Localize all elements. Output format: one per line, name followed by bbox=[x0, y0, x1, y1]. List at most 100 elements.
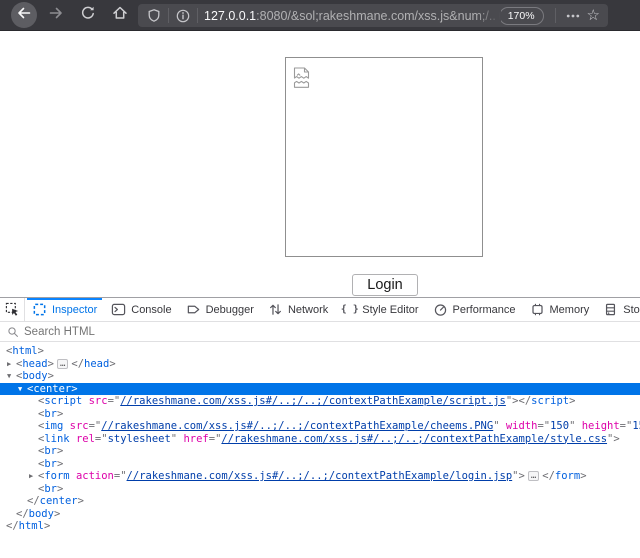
code-token: </ bbox=[16, 508, 29, 520]
url-path: :8080/&sol;rakeshmane.com/xss.js&num;/..… bbox=[256, 9, 495, 23]
tab-performance[interactable]: Performance bbox=[426, 298, 523, 321]
code-token: width bbox=[506, 420, 538, 432]
tree-row[interactable]: <html> bbox=[0, 345, 640, 358]
code-token: src bbox=[70, 420, 89, 432]
url-bar[interactable]: 127.0.0.1:8080/&sol;rakeshmane.com/xss.j… bbox=[138, 4, 608, 27]
page-viewport: Login bbox=[0, 31, 640, 297]
code-token: br bbox=[44, 458, 57, 470]
tab-console[interactable]: Console bbox=[104, 298, 178, 321]
code-token: "> bbox=[506, 395, 519, 407]
reload-icon bbox=[80, 5, 96, 26]
tree-row[interactable]: ▶<head>…</head> bbox=[0, 358, 640, 371]
code-token: > bbox=[57, 445, 63, 457]
tree-row[interactable]: ▶<form action="//rakeshmane.com/xss.js#/… bbox=[0, 470, 640, 483]
tree-row[interactable]: </body> bbox=[0, 508, 640, 521]
tree-row[interactable]: </html> bbox=[0, 520, 640, 533]
search-html-input[interactable]: Search HTML bbox=[0, 322, 640, 342]
more-options-icon[interactable] bbox=[565, 8, 581, 24]
urlbar-divider bbox=[555, 8, 556, 23]
debugger-icon bbox=[186, 302, 201, 317]
inline-expander-badge[interactable]: … bbox=[57, 359, 68, 369]
pick-element-icon bbox=[5, 302, 20, 317]
tree-row[interactable]: <link rel="stylesheet" href="//rakeshman… bbox=[0, 433, 640, 446]
code-token: </ bbox=[6, 520, 19, 532]
tree-row[interactable]: ▼<body> bbox=[0, 370, 640, 383]
urlbar-divider bbox=[197, 8, 198, 23]
bookmark-star-icon[interactable]: ☆ bbox=[587, 8, 600, 23]
code-token: "> bbox=[607, 433, 620, 445]
code-token: > bbox=[57, 458, 63, 470]
login-button[interactable]: Login bbox=[352, 274, 418, 296]
code-token: //rakeshmane.com/xss.js#/..;/..;/context… bbox=[120, 395, 506, 407]
search-icon bbox=[7, 326, 19, 338]
tab-label: Console bbox=[131, 304, 171, 316]
code-token: stylesheet bbox=[108, 433, 171, 445]
code-token: //rakeshmane.com/xss.js#/..;/..;/context… bbox=[221, 433, 607, 445]
code-token: =" bbox=[537, 420, 550, 432]
tab-label: Style Editor bbox=[362, 304, 418, 316]
code-token: center bbox=[33, 383, 71, 395]
code-token: br bbox=[44, 445, 57, 457]
back-icon bbox=[16, 5, 32, 26]
home-button[interactable] bbox=[107, 2, 133, 28]
code-token: </ bbox=[542, 470, 555, 482]
devtools-tabs: Inspector Console DebuggerNetwork { } Style … bbox=[0, 298, 640, 322]
tree-row[interactable]: </center> bbox=[0, 495, 640, 508]
code-token: > bbox=[44, 520, 50, 532]
tree-row[interactable]: <br> bbox=[0, 408, 640, 421]
network-icon bbox=[268, 302, 283, 317]
code-token: script bbox=[44, 395, 82, 407]
code-token: =" bbox=[114, 470, 127, 482]
memory-icon bbox=[530, 302, 545, 317]
collapse-arrow-icon[interactable]: ▼ bbox=[7, 370, 11, 383]
tree-row[interactable]: <br> bbox=[0, 458, 640, 471]
home-icon bbox=[112, 5, 128, 26]
url-host: 127.0.0.1 bbox=[204, 9, 256, 23]
storage-icon bbox=[603, 302, 618, 317]
back-button[interactable] bbox=[11, 2, 37, 28]
reload-button[interactable] bbox=[75, 2, 101, 28]
code-token: " bbox=[493, 420, 506, 432]
tab-style-editor[interactable]: { } Style Editor bbox=[335, 298, 425, 321]
tree-row[interactable]: <br> bbox=[0, 445, 640, 458]
code-token: href bbox=[183, 433, 208, 445]
code-token: 150 bbox=[550, 420, 569, 432]
url-text[interactable]: 127.0.0.1:8080/&sol;rakeshmane.com/xss.j… bbox=[204, 9, 495, 23]
expand-arrow-icon[interactable]: ▶ bbox=[29, 470, 33, 483]
tree-row[interactable]: ▼<center> bbox=[0, 383, 640, 396]
tab-debugger[interactable]: Debugger bbox=[179, 298, 261, 321]
code-token: " bbox=[569, 420, 582, 432]
code-token: height bbox=[582, 420, 620, 432]
shield-icon[interactable] bbox=[146, 8, 162, 24]
tab-memory[interactable]: Memory bbox=[523, 298, 597, 321]
tree-row[interactable]: <br> bbox=[0, 483, 640, 496]
code-token: > bbox=[57, 408, 63, 420]
code-token: form bbox=[44, 470, 69, 482]
inline-expander-badge[interactable]: … bbox=[528, 471, 539, 481]
code-token: > bbox=[48, 370, 54, 382]
code-token: > bbox=[48, 358, 54, 370]
zoom-level-badge[interactable]: 170% bbox=[499, 7, 544, 25]
tree-row[interactable]: <img src="//rakeshmane.com/xss.js#/..;/.… bbox=[0, 420, 640, 433]
collapse-arrow-icon[interactable]: ▼ bbox=[18, 383, 22, 396]
pick-element-button[interactable] bbox=[0, 298, 25, 321]
style-editor-icon: { } bbox=[342, 302, 357, 317]
forward-icon bbox=[48, 5, 64, 26]
forward-button[interactable] bbox=[43, 2, 69, 28]
tab-network[interactable]: Network bbox=[261, 298, 335, 321]
url-text-fade bbox=[475, 5, 501, 26]
code-token: head bbox=[22, 358, 47, 370]
tree-row[interactable]: <script src="//rakeshmane.com/xss.js#/..… bbox=[0, 395, 640, 408]
tab-inspector[interactable]: Inspector bbox=[25, 298, 104, 321]
search-placeholder: Search HTML bbox=[24, 326, 95, 338]
code-token: " bbox=[171, 433, 184, 445]
code-token: </ bbox=[27, 495, 40, 507]
code-token: br bbox=[44, 408, 57, 420]
code-token: html bbox=[12, 345, 37, 357]
broken-image-icon bbox=[292, 66, 312, 89]
expand-arrow-icon[interactable]: ▶ bbox=[7, 358, 11, 371]
tab-storage[interactable]: Storage bbox=[596, 298, 640, 321]
browser-toolbar: 127.0.0.1:8080/&sol;rakeshmane.com/xss.j… bbox=[0, 0, 640, 31]
info-icon[interactable] bbox=[175, 8, 191, 24]
code-token: > bbox=[71, 383, 77, 395]
